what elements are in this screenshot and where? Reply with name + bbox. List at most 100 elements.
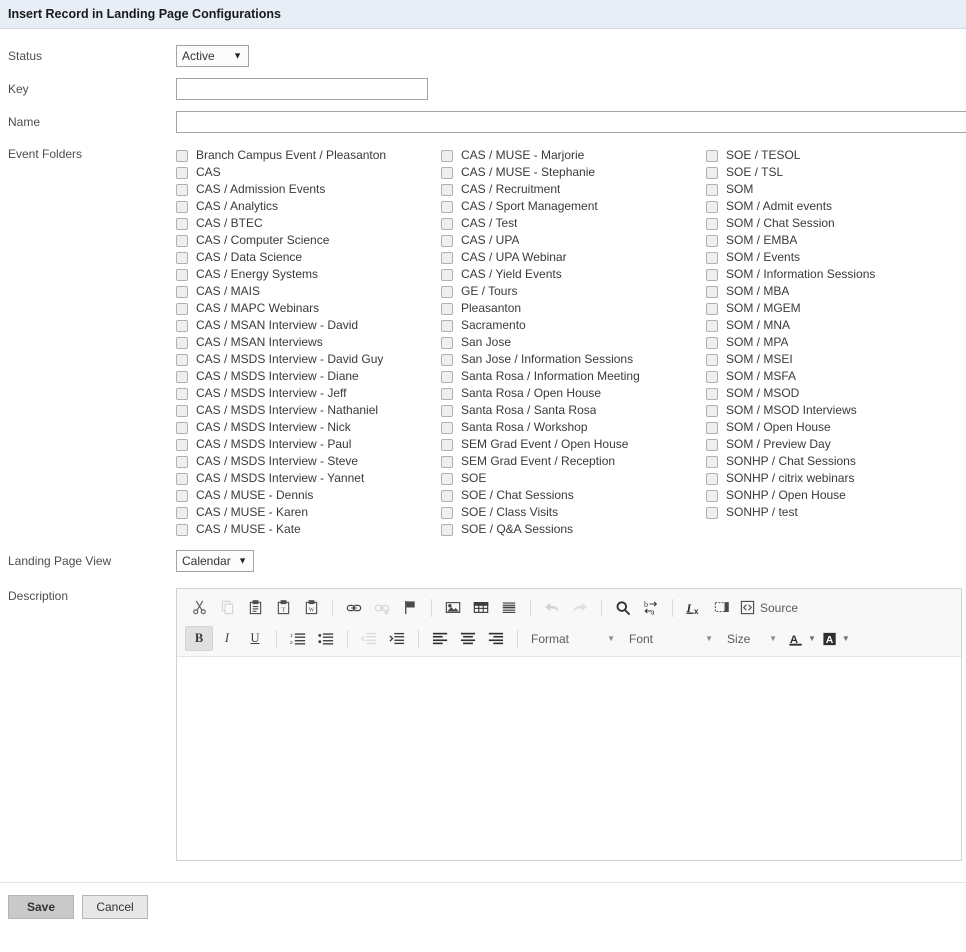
event-folder-checkbox-row[interactable]: SONHP / citrix webinars [706,470,966,487]
unlink-icon[interactable] [368,595,396,620]
checkbox-icon[interactable] [176,183,188,196]
event-folder-checkbox-row[interactable]: GE / Tours [441,283,706,300]
event-folder-checkbox-row[interactable]: CAS / MSDS Interview - David Guy [176,351,441,368]
underline-button[interactable]: U [241,626,269,651]
checkbox-icon[interactable] [706,149,718,162]
event-folder-checkbox-row[interactable]: CAS / Data Science [176,249,441,266]
text-color-button[interactable]: A ▼ [785,626,819,651]
event-folder-checkbox-row[interactable]: SOM / MSOD [706,385,966,402]
event-folder-checkbox-row[interactable]: SOM / Events [706,249,966,266]
checkbox-icon[interactable] [441,455,453,468]
cancel-button[interactable]: Cancel [82,895,148,919]
checkbox-icon[interactable] [441,149,453,162]
checkbox-icon[interactable] [176,438,188,451]
event-folder-checkbox-row[interactable]: CAS / UPA [441,232,706,249]
checkbox-icon[interactable] [441,506,453,519]
event-folder-checkbox-row[interactable]: CAS / MSAN Interview - David [176,317,441,334]
event-folder-checkbox-row[interactable]: CAS / BTEC [176,215,441,232]
italic-button[interactable]: I [213,626,241,651]
cut-icon[interactable] [185,595,213,620]
checkbox-icon[interactable] [441,268,453,281]
find-icon[interactable] [609,595,637,620]
checkbox-icon[interactable] [176,251,188,264]
checkbox-icon[interactable] [176,234,188,247]
checkbox-icon[interactable] [706,404,718,417]
event-folder-checkbox-row[interactable]: CAS / MUSE - Karen [176,504,441,521]
event-folder-checkbox-row[interactable]: SONHP / Chat Sessions [706,453,966,470]
checkbox-icon[interactable] [176,200,188,213]
event-folder-checkbox-row[interactable]: SOM / Chat Session [706,215,966,232]
event-folder-checkbox-row[interactable]: SOM / Admit events [706,198,966,215]
event-folder-checkbox-row[interactable]: CAS / MUSE - Dennis [176,487,441,504]
event-folder-checkbox-row[interactable]: SOM / MSFA [706,368,966,385]
event-folder-checkbox-row[interactable]: SOM / Preview Day [706,436,966,453]
event-folder-checkbox-row[interactable]: SOE / TESOL [706,147,966,164]
increase-indent-icon[interactable] [383,626,411,651]
checkbox-icon[interactable] [176,268,188,281]
event-folder-checkbox-row[interactable]: CAS / MSDS Interview - Paul [176,436,441,453]
event-folder-checkbox-row[interactable]: SOM / MPA [706,334,966,351]
checkbox-icon[interactable] [706,200,718,213]
checkbox-icon[interactable] [706,506,718,519]
checkbox-icon[interactable] [176,421,188,434]
key-input[interactable] [176,78,428,100]
checkbox-icon[interactable] [176,353,188,366]
event-folder-checkbox-row[interactable]: Sacramento [441,317,706,334]
event-folder-checkbox-row[interactable]: Pleasanton [441,300,706,317]
checkbox-icon[interactable] [706,234,718,247]
event-folder-checkbox-row[interactable]: SOE / TSL [706,164,966,181]
event-folder-checkbox-row[interactable]: SEM Grad Event / Open House [441,436,706,453]
align-right-icon[interactable] [482,626,510,651]
decrease-indent-icon[interactable] [355,626,383,651]
checkbox-icon[interactable] [706,319,718,332]
event-folder-checkbox-row[interactable]: SOM / MSOD Interviews [706,402,966,419]
undo-icon[interactable] [538,595,566,620]
paste-icon[interactable] [241,595,269,620]
event-folder-checkbox-row[interactable]: CAS / MSDS Interview - Jeff [176,385,441,402]
event-folder-checkbox-row[interactable]: CAS [176,164,441,181]
checkbox-icon[interactable] [706,166,718,179]
checkbox-icon[interactable] [176,370,188,383]
horizontal-rule-icon[interactable] [495,595,523,620]
bulleted-list-icon[interactable] [312,626,340,651]
event-folder-checkbox-row[interactable]: CAS / Computer Science [176,232,441,249]
image-icon[interactable] [439,595,467,620]
paste-from-word-icon[interactable]: W [297,595,325,620]
checkbox-icon[interactable] [441,217,453,230]
checkbox-icon[interactable] [706,455,718,468]
checkbox-icon[interactable] [176,489,188,502]
bold-button[interactable]: B [185,626,213,651]
event-folder-checkbox-row[interactable]: SONHP / Open House [706,487,966,504]
event-folder-checkbox-row[interactable]: SOM / EMBA [706,232,966,249]
checkbox-icon[interactable] [441,200,453,213]
event-folder-checkbox-row[interactable]: CAS / MSDS Interview - Steve [176,453,441,470]
checkbox-icon[interactable] [441,285,453,298]
event-folder-checkbox-row[interactable]: CAS / Analytics [176,198,441,215]
font-dropdown[interactable]: Font ▼ [623,627,719,651]
checkbox-icon[interactable] [441,387,453,400]
checkbox-icon[interactable] [176,387,188,400]
checkbox-icon[interactable] [706,370,718,383]
anchor-icon[interactable] [396,595,424,620]
source-button[interactable]: Source [736,595,804,620]
checkbox-icon[interactable] [441,166,453,179]
event-folder-checkbox-row[interactable]: CAS / MAPC Webinars [176,300,441,317]
checkbox-icon[interactable] [176,472,188,485]
checkbox-icon[interactable] [706,336,718,349]
event-folder-checkbox-row[interactable]: CAS / Recruitment [441,181,706,198]
event-folder-checkbox-row[interactable]: CAS / MSDS Interview - Yannet [176,470,441,487]
checkbox-icon[interactable] [176,404,188,417]
event-folder-checkbox-row[interactable]: SOE / Class Visits [441,504,706,521]
event-folder-checkbox-row[interactable]: Santa Rosa / Information Meeting [441,368,706,385]
event-folder-checkbox-row[interactable]: CAS / MSDS Interview - Nathaniel [176,402,441,419]
event-folder-checkbox-row[interactable]: SOM / MGEM [706,300,966,317]
checkbox-icon[interactable] [176,166,188,179]
copy-icon[interactable] [213,595,241,620]
checkbox-icon[interactable] [706,421,718,434]
event-folder-checkbox-row[interactable]: SEM Grad Event / Reception [441,453,706,470]
table-icon[interactable] [467,595,495,620]
checkbox-icon[interactable] [441,234,453,247]
event-folder-checkbox-row[interactable]: SOM [706,181,966,198]
checkbox-icon[interactable] [706,251,718,264]
event-folder-checkbox-row[interactable]: Santa Rosa / Santa Rosa [441,402,706,419]
